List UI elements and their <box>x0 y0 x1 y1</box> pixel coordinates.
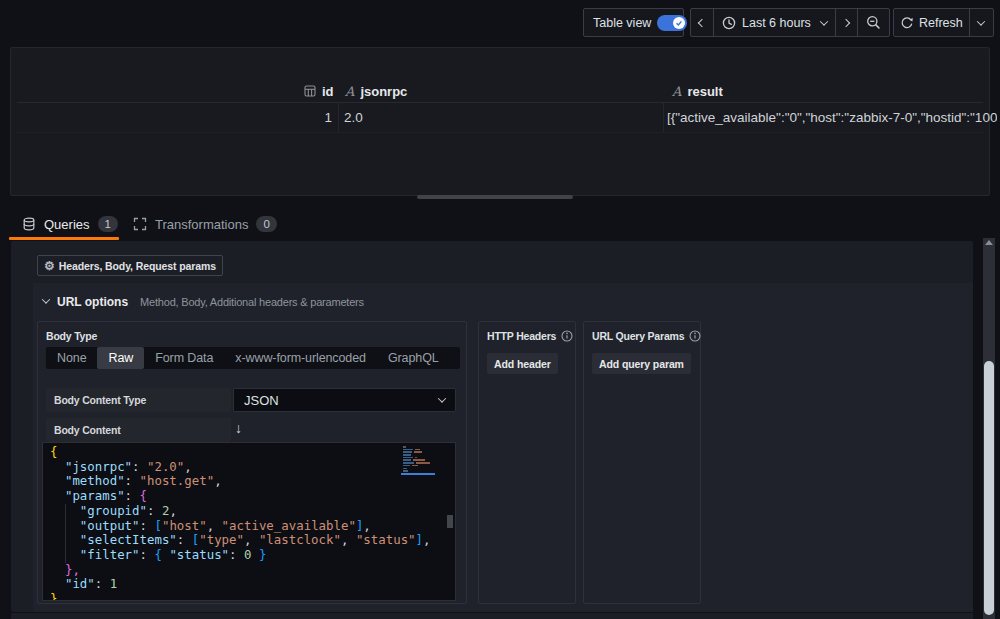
time-range-label: Last 6 hours <box>742 16 811 30</box>
editor-minimap <box>403 446 433 516</box>
body-type-radio-group: None Raw Form Data x-www-form-urlencoded… <box>46 347 460 369</box>
refresh-interval-dropdown[interactable] <box>969 9 993 36</box>
body-type-box: Body Type None Raw Form Data x-www-form-… <box>37 321 467 604</box>
body-content-code-editor[interactable]: { "jsonrpc": "2.0", "method": "host.get"… <box>42 442 456 601</box>
column-header-jsonrpc[interactable]: A jsonrpc <box>345 81 407 101</box>
body-content-type-label: Body Content Type <box>46 388 231 412</box>
pane-resize-handle[interactable] <box>417 195 573 199</box>
tab-queries[interactable]: Queries 1 <box>22 212 118 236</box>
time-shift-forward-button[interactable] <box>835 9 857 36</box>
chevron-left-icon <box>698 18 706 26</box>
column-header-result[interactable]: A result <box>672 81 723 101</box>
gear-icon: ⚙ <box>44 260 55 272</box>
clock-icon <box>722 16 736 30</box>
time-picker-group: Last 6 hours <box>690 8 890 37</box>
add-header-button[interactable]: Add header <box>487 353 558 374</box>
body-type-option-urlencoded[interactable]: x-www-form-urlencoded <box>224 347 377 369</box>
minimap-slider <box>401 473 435 475</box>
database-icon <box>22 217 36 231</box>
refresh-label: Refresh <box>919 16 963 30</box>
table-panel: id A jsonrpc A result 1 2.0 [{"active_av… <box>10 47 990 196</box>
add-query-param-button[interactable]: Add query param <box>592 353 691 374</box>
cell-result: [{"active_available":"0","host":"zabbix-… <box>667 106 997 128</box>
body-type-option-none[interactable]: None <box>46 347 97 369</box>
table-view-switch[interactable] <box>657 15 687 31</box>
http-headers-label: HTTP Headers <box>487 330 556 342</box>
url-options-section: URL options Method, Body, Additional hea… <box>33 283 973 612</box>
string-field-icon: A <box>345 84 354 99</box>
queries-count-badge: 1 <box>98 216 118 232</box>
transformations-count-badge: 0 <box>256 216 276 232</box>
number-field-icon <box>304 85 316 97</box>
body-type-option-graphql[interactable]: GraphQL <box>377 347 450 369</box>
url-options-header[interactable]: URL options Method, Body, Additional hea… <box>33 291 364 313</box>
chevron-right-icon <box>842 18 850 26</box>
cell-id: 1 <box>292 106 332 128</box>
cell-jsonrpc: 2.0 <box>344 106 363 128</box>
body-content-label: Body Content <box>46 418 231 442</box>
string-field-icon: A <box>672 84 681 99</box>
refresh-button-group: Refresh <box>893 8 994 37</box>
column-divider <box>338 103 339 132</box>
http-headers-box: HTTP Headers Add header <box>478 321 576 604</box>
code-content: { "jsonrpc": "2.0", "method": "host.get"… <box>50 445 431 601</box>
chevron-down-icon <box>820 17 828 25</box>
scrollbar-arrow-icon <box>985 240 993 245</box>
body-type-option-raw[interactable]: Raw <box>97 347 144 369</box>
editor-scrollbar-thumb[interactable] <box>447 515 453 528</box>
query-editor-row: ⚙ Headers, Body, Request params URL opti… <box>11 241 973 612</box>
time-shift-back-button[interactable] <box>691 9 713 36</box>
info-icon <box>689 330 701 342</box>
scrollbar-thumb[interactable] <box>984 361 994 615</box>
chevron-down-icon <box>42 295 50 303</box>
tab-transformations[interactable]: Transformations 0 <box>133 212 277 236</box>
check-icon <box>675 19 683 27</box>
grafana-panel-editor: Table view Last 6 hours Refresh id <box>0 0 1000 619</box>
time-range-picker[interactable]: Last 6 hours <box>713 9 835 36</box>
table-header-divider <box>17 102 983 103</box>
body-type-label: Body Type <box>46 330 97 342</box>
zoom-out-icon <box>866 15 881 30</box>
table-view-toggle-group: Table view <box>583 8 684 37</box>
toggle-knob <box>673 17 685 29</box>
request-settings-button[interactable]: ⚙ Headers, Body, Request params <box>37 255 223 276</box>
body-content-type-select[interactable]: JSON <box>233 388 456 412</box>
url-query-params-box: URL Query Params Add query param <box>583 321 701 604</box>
column-header-id[interactable]: id <box>304 81 334 101</box>
next-section-peek <box>11 613 973 619</box>
chevron-down-icon <box>977 17 985 25</box>
column-divider <box>663 103 664 132</box>
refresh-icon <box>900 16 914 30</box>
table-view-label: Table view <box>593 16 651 30</box>
body-type-option-form-data[interactable]: Form Data <box>144 347 224 369</box>
chevron-down-icon <box>438 394 446 402</box>
refresh-button[interactable]: Refresh <box>894 9 969 36</box>
process-icon <box>133 217 147 231</box>
active-tab-indicator <box>9 237 119 240</box>
arrow-down-icon: ↓ <box>235 420 242 436</box>
row-divider <box>17 132 983 133</box>
url-query-params-label: URL Query Params <box>592 330 684 342</box>
time-zoom-out-button[interactable] <box>857 9 889 36</box>
info-icon <box>561 330 573 342</box>
